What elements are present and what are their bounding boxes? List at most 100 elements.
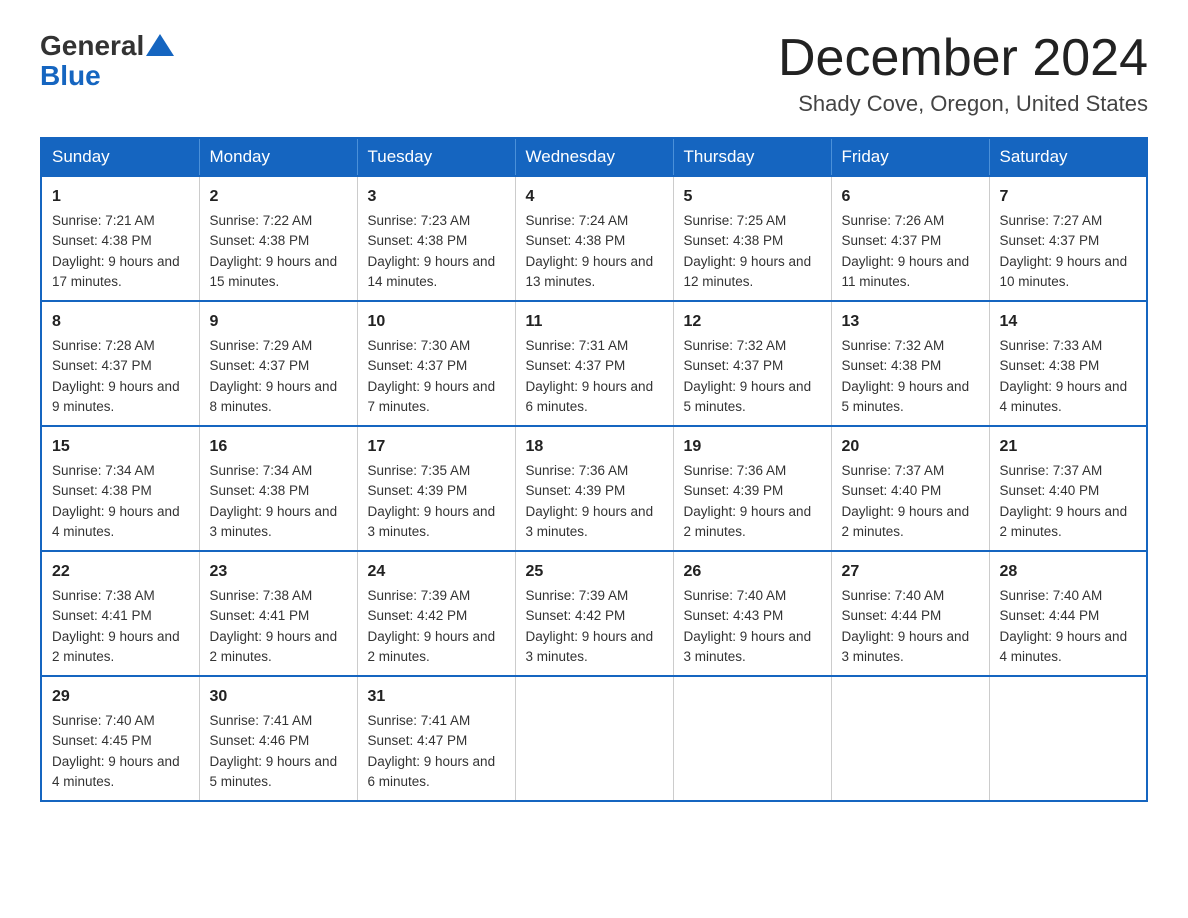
daylight-text: Daylight: 9 hours and 11 minutes. — [842, 252, 979, 293]
sunset-text: Sunset: 4:37 PM — [684, 356, 821, 376]
sunset-text: Sunset: 4:40 PM — [1000, 481, 1137, 501]
sunrise-text: Sunrise: 7:30 AM — [368, 336, 505, 356]
calendar-cell: 16Sunrise: 7:34 AMSunset: 4:38 PMDayligh… — [199, 426, 357, 551]
calendar-cell: 10Sunrise: 7:30 AMSunset: 4:37 PMDayligh… — [357, 301, 515, 426]
calendar-cell: 14Sunrise: 7:33 AMSunset: 4:38 PMDayligh… — [989, 301, 1147, 426]
daylight-text: Daylight: 9 hours and 2 minutes. — [210, 627, 347, 668]
daylight-text: Daylight: 9 hours and 8 minutes. — [210, 377, 347, 418]
logo-triangle-icon — [146, 34, 174, 56]
calendar-cell: 21Sunrise: 7:37 AMSunset: 4:40 PMDayligh… — [989, 426, 1147, 551]
day-number: 26 — [684, 560, 821, 584]
calendar-cell: 3Sunrise: 7:23 AMSunset: 4:38 PMDaylight… — [357, 176, 515, 301]
sunset-text: Sunset: 4:41 PM — [210, 606, 347, 626]
sunrise-text: Sunrise: 7:29 AM — [210, 336, 347, 356]
calendar-cell: 5Sunrise: 7:25 AMSunset: 4:38 PMDaylight… — [673, 176, 831, 301]
day-number: 1 — [52, 185, 189, 209]
weekday-header-tuesday: Tuesday — [357, 138, 515, 176]
day-number: 3 — [368, 185, 505, 209]
calendar-cell: 6Sunrise: 7:26 AMSunset: 4:37 PMDaylight… — [831, 176, 989, 301]
day-number: 22 — [52, 560, 189, 584]
sunset-text: Sunset: 4:37 PM — [526, 356, 663, 376]
daylight-text: Daylight: 9 hours and 12 minutes. — [684, 252, 821, 293]
sunrise-text: Sunrise: 7:40 AM — [684, 586, 821, 606]
calendar-cell — [673, 676, 831, 801]
daylight-text: Daylight: 9 hours and 9 minutes. — [52, 377, 189, 418]
sunset-text: Sunset: 4:46 PM — [210, 731, 347, 751]
calendar-cell: 4Sunrise: 7:24 AMSunset: 4:38 PMDaylight… — [515, 176, 673, 301]
day-number: 15 — [52, 435, 189, 459]
daylight-text: Daylight: 9 hours and 3 minutes. — [842, 627, 979, 668]
day-number: 7 — [1000, 185, 1137, 209]
sunset-text: Sunset: 4:37 PM — [52, 356, 189, 376]
daylight-text: Daylight: 9 hours and 2 minutes. — [368, 627, 505, 668]
day-number: 23 — [210, 560, 347, 584]
daylight-text: Daylight: 9 hours and 15 minutes. — [210, 252, 347, 293]
sunset-text: Sunset: 4:38 PM — [684, 231, 821, 251]
sunset-text: Sunset: 4:42 PM — [368, 606, 505, 626]
sunrise-text: Sunrise: 7:27 AM — [1000, 211, 1137, 231]
calendar-cell: 9Sunrise: 7:29 AMSunset: 4:37 PMDaylight… — [199, 301, 357, 426]
day-number: 10 — [368, 310, 505, 334]
day-number: 18 — [526, 435, 663, 459]
calendar-week-row: 29Sunrise: 7:40 AMSunset: 4:45 PMDayligh… — [41, 676, 1147, 801]
day-number: 29 — [52, 685, 189, 709]
daylight-text: Daylight: 9 hours and 6 minutes. — [526, 377, 663, 418]
sunrise-text: Sunrise: 7:22 AM — [210, 211, 347, 231]
logo-general-text: General — [40, 30, 144, 62]
weekday-header-row: SundayMondayTuesdayWednesdayThursdayFrid… — [41, 138, 1147, 176]
daylight-text: Daylight: 9 hours and 2 minutes. — [684, 502, 821, 543]
sunrise-text: Sunrise: 7:38 AM — [210, 586, 347, 606]
sunrise-text: Sunrise: 7:35 AM — [368, 461, 505, 481]
calendar-cell: 13Sunrise: 7:32 AMSunset: 4:38 PMDayligh… — [831, 301, 989, 426]
sunset-text: Sunset: 4:40 PM — [842, 481, 979, 501]
sunrise-text: Sunrise: 7:41 AM — [368, 711, 505, 731]
calendar-week-row: 22Sunrise: 7:38 AMSunset: 4:41 PMDayligh… — [41, 551, 1147, 676]
calendar-cell: 20Sunrise: 7:37 AMSunset: 4:40 PMDayligh… — [831, 426, 989, 551]
daylight-text: Daylight: 9 hours and 3 minutes. — [684, 627, 821, 668]
day-number: 16 — [210, 435, 347, 459]
sunrise-text: Sunrise: 7:40 AM — [1000, 586, 1137, 606]
day-number: 2 — [210, 185, 347, 209]
sunrise-text: Sunrise: 7:26 AM — [842, 211, 979, 231]
sunrise-text: Sunrise: 7:32 AM — [684, 336, 821, 356]
logo: General Blue — [40, 30, 174, 90]
sunset-text: Sunset: 4:43 PM — [684, 606, 821, 626]
calendar-cell: 19Sunrise: 7:36 AMSunset: 4:39 PMDayligh… — [673, 426, 831, 551]
weekday-header-saturday: Saturday — [989, 138, 1147, 176]
daylight-text: Daylight: 9 hours and 3 minutes. — [526, 627, 663, 668]
calendar-cell: 25Sunrise: 7:39 AMSunset: 4:42 PMDayligh… — [515, 551, 673, 676]
sunrise-text: Sunrise: 7:24 AM — [526, 211, 663, 231]
daylight-text: Daylight: 9 hours and 3 minutes. — [368, 502, 505, 543]
calendar-cell: 28Sunrise: 7:40 AMSunset: 4:44 PMDayligh… — [989, 551, 1147, 676]
daylight-text: Daylight: 9 hours and 5 minutes. — [842, 377, 979, 418]
calendar-cell: 8Sunrise: 7:28 AMSunset: 4:37 PMDaylight… — [41, 301, 199, 426]
day-number: 5 — [684, 185, 821, 209]
sunset-text: Sunset: 4:37 PM — [1000, 231, 1137, 251]
sunset-text: Sunset: 4:38 PM — [210, 481, 347, 501]
sunrise-text: Sunrise: 7:39 AM — [368, 586, 505, 606]
sunset-text: Sunset: 4:38 PM — [52, 231, 189, 251]
calendar-cell: 12Sunrise: 7:32 AMSunset: 4:37 PMDayligh… — [673, 301, 831, 426]
daylight-text: Daylight: 9 hours and 6 minutes. — [368, 752, 505, 793]
daylight-text: Daylight: 9 hours and 10 minutes. — [1000, 252, 1137, 293]
daylight-text: Daylight: 9 hours and 14 minutes. — [368, 252, 505, 293]
sunrise-text: Sunrise: 7:40 AM — [842, 586, 979, 606]
sunset-text: Sunset: 4:39 PM — [684, 481, 821, 501]
sunrise-text: Sunrise: 7:31 AM — [526, 336, 663, 356]
calendar-cell: 24Sunrise: 7:39 AMSunset: 4:42 PMDayligh… — [357, 551, 515, 676]
sunset-text: Sunset: 4:38 PM — [1000, 356, 1137, 376]
calendar-cell: 29Sunrise: 7:40 AMSunset: 4:45 PMDayligh… — [41, 676, 199, 801]
calendar-cell: 23Sunrise: 7:38 AMSunset: 4:41 PMDayligh… — [199, 551, 357, 676]
calendar-cell: 15Sunrise: 7:34 AMSunset: 4:38 PMDayligh… — [41, 426, 199, 551]
weekday-header-friday: Friday — [831, 138, 989, 176]
sunset-text: Sunset: 4:39 PM — [526, 481, 663, 501]
daylight-text: Daylight: 9 hours and 17 minutes. — [52, 252, 189, 293]
calendar-cell: 26Sunrise: 7:40 AMSunset: 4:43 PMDayligh… — [673, 551, 831, 676]
sunset-text: Sunset: 4:44 PM — [1000, 606, 1137, 626]
calendar-cell — [831, 676, 989, 801]
day-number: 25 — [526, 560, 663, 584]
calendar-week-row: 8Sunrise: 7:28 AMSunset: 4:37 PMDaylight… — [41, 301, 1147, 426]
sunrise-text: Sunrise: 7:25 AM — [684, 211, 821, 231]
sunrise-text: Sunrise: 7:40 AM — [52, 711, 189, 731]
sunrise-text: Sunrise: 7:21 AM — [52, 211, 189, 231]
